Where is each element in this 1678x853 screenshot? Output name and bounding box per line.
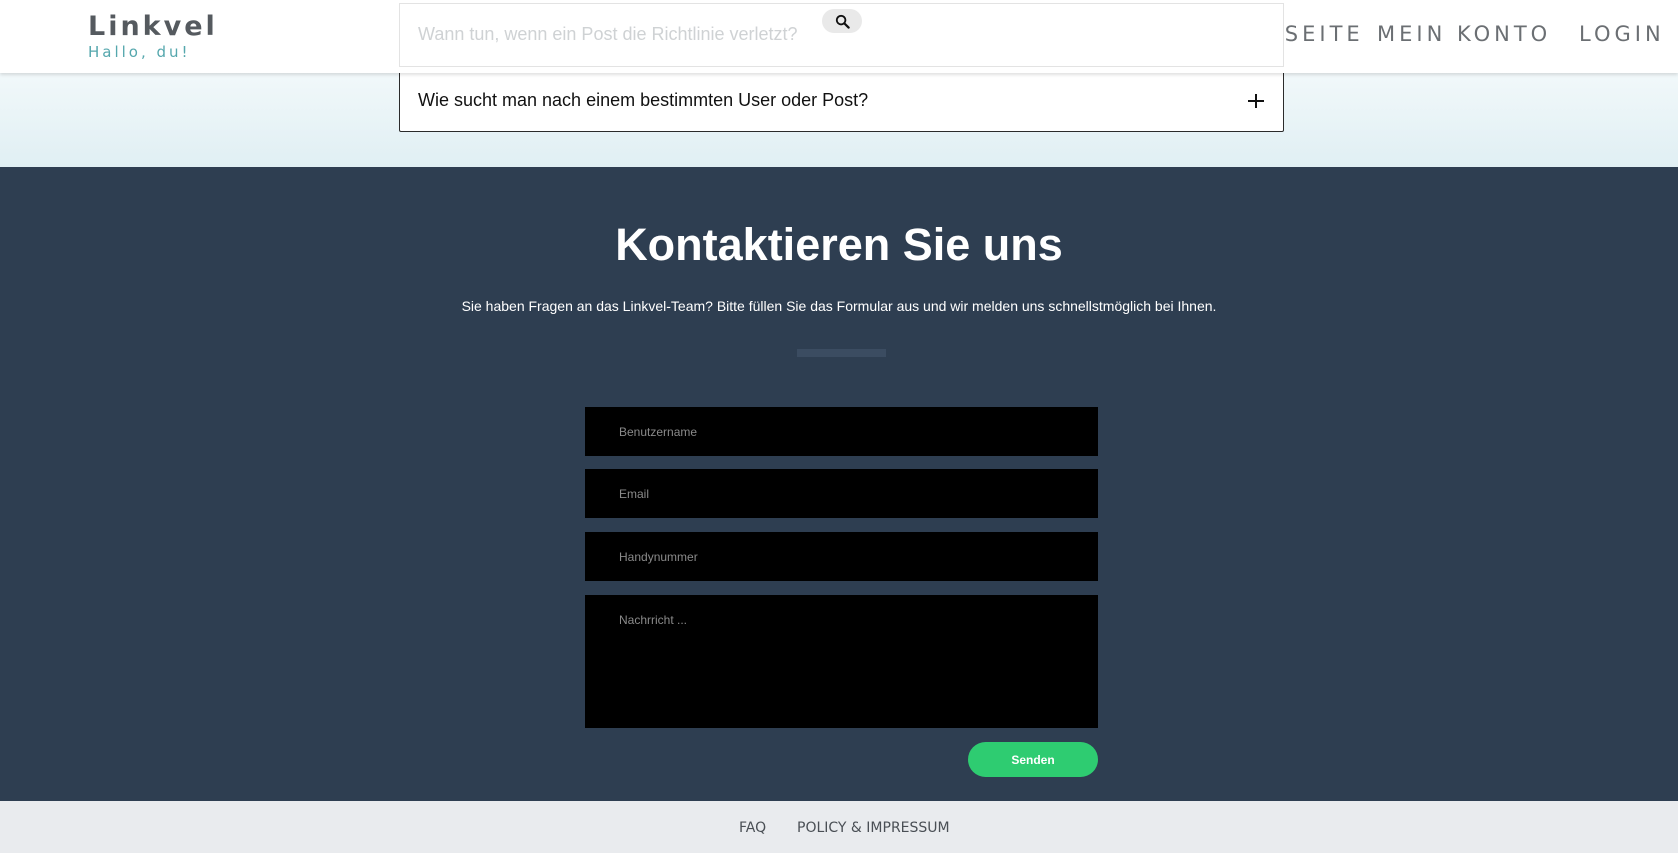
username-field[interactable] (585, 407, 1098, 456)
search-button[interactable] (822, 9, 862, 33)
search-icon (835, 14, 850, 29)
nav-mein-konto[interactable]: MEIN KONTO (1377, 22, 1551, 46)
logo-subtitle: Hallo, du! (88, 43, 191, 61)
contact-section: Kontaktieren Sie uns Sie haben Fragen an… (0, 167, 1678, 801)
contact-subtitle: Sie haben Fragen an das Linkvel-Team? Bi… (461, 298, 1217, 314)
faq-accordion-item[interactable]: Wie sucht man nach einem bestimmten User… (399, 70, 1284, 132)
contact-title: Kontaktieren Sie uns (615, 219, 1063, 270)
plus-icon[interactable] (1245, 90, 1267, 112)
footer-link-policy[interactable]: POLICY & IMPRESSUM (797, 820, 950, 836)
logo-title[interactable]: Linkvel (88, 11, 218, 42)
site-footer: FAQ POLICY & IMPRESSUM (0, 801, 1678, 853)
message-field[interactable] (585, 595, 1098, 728)
phone-field[interactable] (585, 532, 1098, 581)
footer-link-faq[interactable]: FAQ (739, 820, 766, 836)
faq-search-text[interactable]: Wann tun, wenn ein Post die Richtlinie v… (418, 24, 798, 45)
send-button[interactable]: Senden (968, 742, 1098, 777)
nav-login[interactable]: LOGIN (1579, 22, 1665, 46)
email-field[interactable] (585, 469, 1098, 518)
faq-search-box[interactable]: Wann tun, wenn ein Post die Richtlinie v… (399, 3, 1284, 67)
section-divider (797, 349, 886, 357)
faq-question: Wie sucht man nach einem bestimmten User… (418, 90, 869, 110)
